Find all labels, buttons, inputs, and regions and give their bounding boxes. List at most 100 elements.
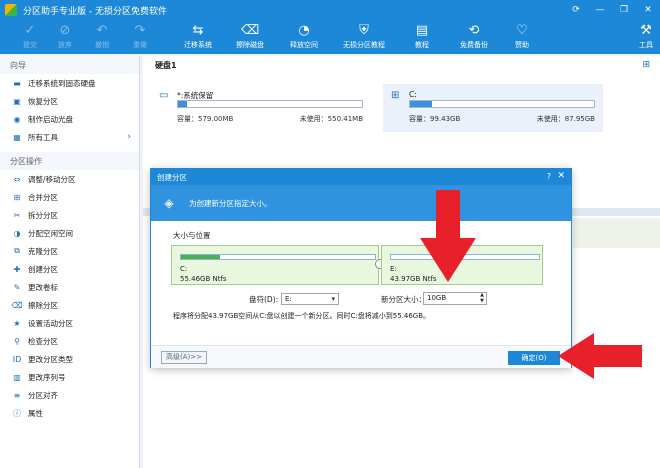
refresh-icon[interactable]: ⟳ [564, 0, 588, 20]
sidebar-item-check-partition[interactable]: ⚲ 检查分区 [0, 332, 139, 350]
toolbar-button-migrate-os[interactable]: ⇆ 迁移系统 [170, 22, 226, 52]
sidebar-item-label: 分配空闲空间 [28, 228, 73, 238]
type-icon: ID [12, 354, 22, 364]
sidebar-item-merge[interactable]: ⊞ 合并分区 [0, 188, 139, 206]
left-partition-usage [180, 254, 376, 260]
new-size-input[interactable]: 10GB ▲ ▼ [423, 292, 487, 305]
migrate-os-icon: ⇆ [192, 22, 204, 38]
down-arrow-annotation [420, 190, 476, 282]
toolbar-label: 工具 [639, 41, 653, 49]
partition-name: C: [409, 90, 417, 99]
toolbar-label: 教程 [415, 41, 429, 49]
window-controls: ⟳ — ❐ ✕ [564, 0, 660, 20]
partition-capacity: 容量：99.43GB [409, 115, 461, 123]
windows-icon: ⊞ [391, 90, 400, 101]
dialog-title: 创建分区 [157, 172, 187, 182]
spin-arrows-icon[interactable]: ▲ ▼ [480, 292, 484, 304]
toolbar-label: 赞助 [515, 41, 529, 49]
sidebar-item-info[interactable]: ⓘ 属性 [0, 404, 139, 422]
operations-list: ⇔ 调整/移动分区 ⊞ 合并分区 ✂ 拆分分区 ◑ 分配空闲空间 ⧉ 克隆分区 ✚ 创建分区 ✎ 更改卷标… [0, 170, 139, 422]
dialog-close-button[interactable]: ✕ [557, 171, 565, 181]
sidebar-item-resize[interactable]: ⇔ 调整/移动分区 [0, 170, 139, 188]
resize-icon: ⇔ [13, 174, 21, 184]
toolbar-label: 放弃 [58, 41, 72, 49]
sidebar-item-type[interactable]: ID 更改分区类型 [0, 350, 139, 368]
view-toggle-icon[interactable]: ⊞ [642, 60, 650, 70]
toolbar-button-tutorial[interactable]: ▤ 教程 [394, 22, 450, 52]
toolbar-label: 免费备份 [460, 41, 488, 49]
toolbar-button-wipe-disk[interactable]: ⌫ 擦除磁盘 [222, 22, 278, 52]
toolbar-button-shield[interactable]: ⛨ 无损分区教程 [336, 22, 392, 52]
clone-icon: ⧉ [14, 246, 20, 255]
toolbar-button-redo[interactable]: ↷ 重做 [112, 22, 168, 52]
partition-c[interactable]: ⊞ C: 容量：99.43GB 未使用：87.95GB [383, 84, 603, 132]
wizard-list: ▬ 迁移系统到固态硬盘 ▣ 恢复分区 ◉ 制作启动光盘 ▦ 所有工具 › [0, 74, 139, 146]
sidebar-item-allocate[interactable]: ◑ 分配空闲空间 [0, 224, 139, 242]
sidebar-item-align[interactable]: ≡ 分区对齐 [0, 386, 139, 404]
minimize-button[interactable]: — [588, 0, 612, 20]
drive-letter-select[interactable]: E: ▾ [281, 293, 339, 305]
sidebar-item-all-tools[interactable]: ▦ 所有工具 › [0, 128, 139, 146]
ssd-icon: ▬ [13, 78, 21, 88]
sidebar-item-recover[interactable]: ▣ 恢复分区 [0, 92, 139, 110]
sidebar-item-split[interactable]: ✂ 拆分分区 [0, 206, 139, 224]
ok-button[interactable]: 确定(O) [508, 351, 560, 365]
sidebar-item-label: 属性 [28, 408, 43, 418]
sidebar-item-label: 迁移系统到固态硬盘 [28, 78, 96, 88]
sidebar-item-label: 分区对齐 [28, 390, 58, 400]
sidebar-item-label: 拆分分区 [28, 210, 58, 220]
sidebar-item-create[interactable]: ✚ 创建分区 [0, 260, 139, 278]
all-tools-icon: ▦ [13, 132, 21, 142]
dialog-title-bar: 创建分区 ? ✕ [151, 169, 571, 185]
sidebar-item-boot-disc[interactable]: ◉ 制作启动光盘 [0, 110, 139, 128]
left-partition-name: C: [180, 265, 188, 273]
cancel-icon: ⊘ [59, 22, 71, 38]
allocate-icon: ◑ [13, 228, 21, 238]
sidebar-item-label: 更改卷标 [28, 282, 58, 292]
create-icon: ✚ [13, 264, 21, 274]
toolbar-button-heart[interactable]: ♡ 赞助 [494, 22, 550, 52]
sidebar-item-ssd[interactable]: ▬ 迁移系统到固态硬盘 [0, 74, 139, 92]
partition-free: 未使用：87.95GB [536, 115, 595, 123]
help-button[interactable]: ? [547, 172, 551, 181]
info-icon: ⓘ [13, 408, 21, 418]
recover-icon: ▣ [13, 96, 21, 106]
sidebar-item-label[interactable]: ✎ 更改卷标 [0, 278, 139, 296]
partition-system-reserved[interactable]: ▭ *:系统保留 容量：579.00MB 未使用：550.41MB [151, 84, 371, 132]
serial-icon: ▥ [13, 372, 21, 382]
drive-letter-value: E: [285, 295, 292, 303]
label-icon: ✎ [13, 282, 21, 292]
tutorial-icon: ▤ [415, 22, 429, 38]
toolbar-label: 迁移系统 [184, 41, 212, 49]
boot-disc-icon: ◉ [13, 114, 21, 124]
partition-wizard-icon: ◈ [164, 196, 174, 210]
banner-text: 为创建新分区指定大小。 [189, 198, 272, 208]
toolbar-label: 重做 [133, 41, 147, 49]
sidebar: 向导 ▬ 迁移系统到固态硬盘 ▣ 恢复分区 ◉ 制作启动光盘 ▦ 所有工具 › 分区操作 ⇔ 调整… [0, 56, 140, 468]
free-space-icon: ◔ [298, 22, 310, 38]
sidebar-item-serial[interactable]: ▥ 更改序列号 [0, 368, 139, 386]
chevron-down-icon: ▾ [331, 295, 335, 303]
toolbar-label: 释放空间 [290, 41, 318, 49]
dialog-banner: ◈ 为创建新分区指定大小。 [151, 185, 571, 221]
advanced-button[interactable]: 高级(A)>> [161, 351, 207, 364]
disk-icon: ▭ [159, 90, 169, 101]
wipe-disk-icon: ⌫ [240, 22, 260, 38]
close-button[interactable]: ✕ [636, 0, 660, 20]
left-arrow-annotation [558, 333, 642, 379]
create-partition-dialog: 创建分区 ? ✕ ◈ 为创建新分区指定大小。 大小与位置 C: 55.46GB … [150, 168, 572, 368]
sidebar-item-clone[interactable]: ⧉ 克隆分区 [0, 242, 139, 260]
toolbar-label: 擦除磁盘 [236, 41, 264, 49]
maximize-button[interactable]: ❐ [612, 0, 636, 20]
sidebar-item-wipe[interactable]: ⌫ 擦除分区 [0, 296, 139, 314]
backup-icon: ⟲ [468, 22, 480, 38]
undo-icon: ↶ [96, 22, 108, 38]
sidebar-item-label: 更改序列号 [28, 372, 66, 382]
toolbar-button-free-space[interactable]: ◔ 释放空间 [276, 22, 332, 52]
partition-free: 未使用：550.41MB [299, 115, 363, 123]
left-partition-block-c[interactable]: C: 55.46GB Ntfs [171, 245, 379, 285]
toolbar-button-tools[interactable]: ⚒ 工具 [618, 22, 660, 52]
title-bar: 分区助手专业版 - 无损分区免费软件 ⟳ — ❐ ✕ [0, 0, 660, 20]
heart-icon: ♡ [516, 22, 528, 38]
sidebar-item-active[interactable]: ★ 设置活动分区 [0, 314, 139, 332]
